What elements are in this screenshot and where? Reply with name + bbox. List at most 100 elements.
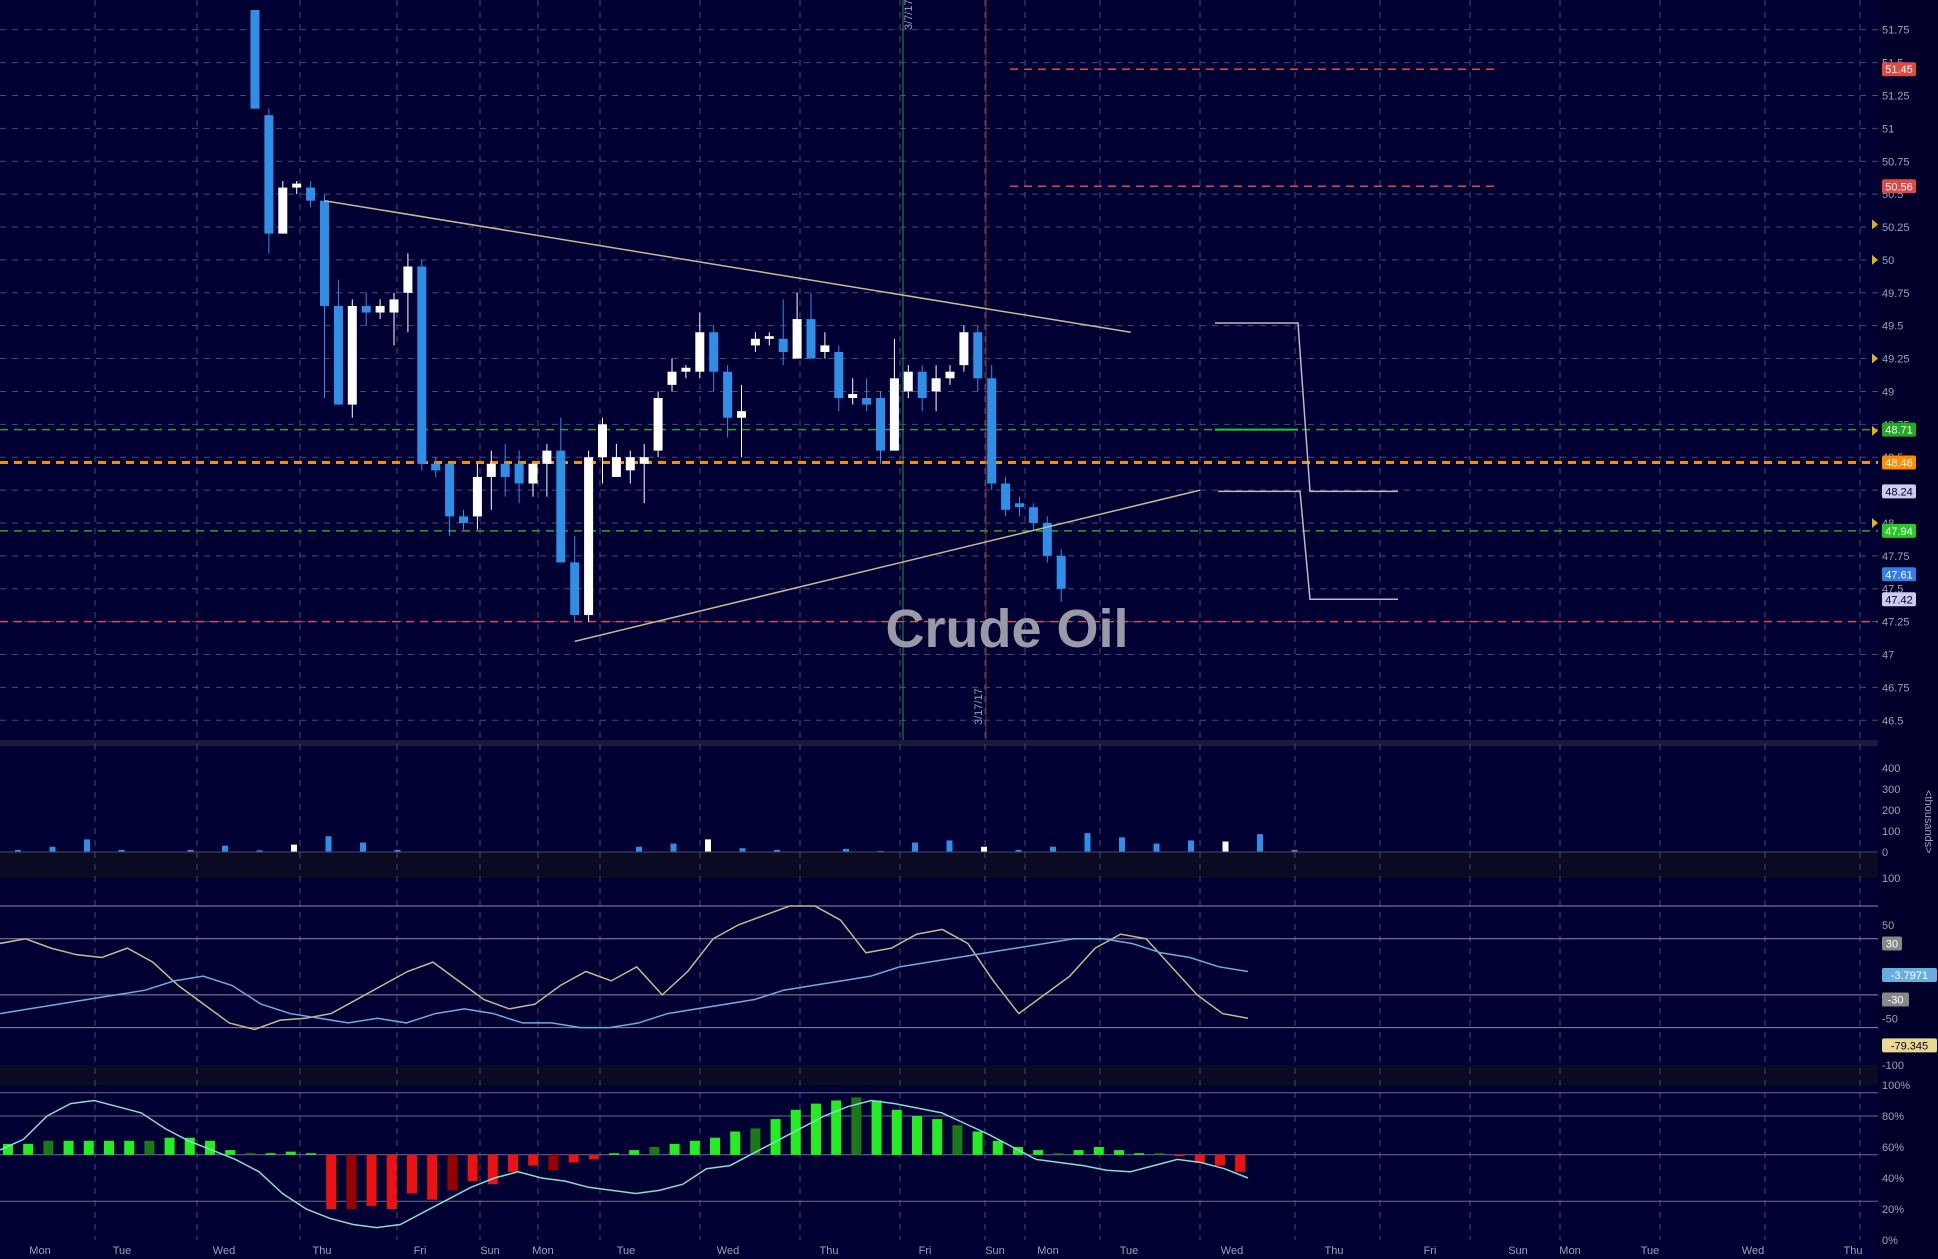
x-tick-label: Mon	[1559, 1245, 1580, 1257]
candle-body	[264, 115, 274, 234]
candle-body	[862, 398, 872, 405]
histogram-bar	[104, 1140, 114, 1155]
histogram-bar	[831, 1100, 842, 1155]
candle-body	[292, 183, 302, 188]
histogram-tick-label: 20%	[1882, 1204, 1904, 1216]
candle-body	[472, 476, 482, 517]
candle-body	[361, 305, 371, 313]
histogram-bar	[63, 1140, 74, 1155]
histogram-bar	[932, 1119, 943, 1155]
price-tick-label: 50.25	[1882, 222, 1910, 234]
histogram-bar	[568, 1154, 579, 1163]
candle-body	[347, 305, 357, 405]
histogram-bar	[1114, 1150, 1124, 1155]
candle-body	[639, 457, 649, 464]
x-tick-label: Sun	[1508, 1245, 1528, 1257]
candle-body	[333, 305, 343, 405]
histogram-bar	[144, 1140, 155, 1155]
price-tick-label: 51.75	[1882, 25, 1910, 37]
histogram-bar	[265, 1153, 276, 1155]
price-tick-label: 47	[1882, 650, 1894, 662]
volume-bar	[981, 846, 987, 852]
candle-body	[792, 319, 802, 359]
oscillator-badge-label: 30	[1886, 938, 1898, 950]
histogram-bar	[1215, 1154, 1225, 1166]
volume-tick-label: 300	[1882, 784, 1900, 796]
histogram-bar	[1134, 1153, 1145, 1155]
candle-body	[500, 463, 510, 477]
candle-body	[459, 516, 468, 523]
histogram-tick-label: 100%	[1882, 1080, 1910, 1092]
histogram-bar	[346, 1154, 357, 1209]
x-tick-label: Mon	[532, 1245, 553, 1257]
histogram-bar	[1174, 1154, 1185, 1157]
candle-body	[556, 450, 566, 563]
volume-bar	[49, 846, 56, 852]
price-tick-label: 51.25	[1882, 90, 1910, 102]
candle-body	[737, 411, 746, 418]
volume-bar	[84, 839, 90, 852]
histogram-bar	[366, 1154, 377, 1206]
x-tick-label: Thu	[1844, 1245, 1863, 1257]
x-tick-label: Wed	[213, 1245, 235, 1257]
oscillator-tick-label: -50	[1882, 1013, 1898, 1025]
price-tick-label: 51	[1882, 123, 1894, 135]
chart-stage: 51.7551.551.255150.7550.550.255049.7549.…	[0, 0, 1938, 1259]
price-tick-label: 46.5	[1882, 715, 1903, 727]
price-tick-label: 47.75	[1882, 551, 1910, 563]
histogram-bar	[548, 1154, 559, 1171]
histogram-bar	[588, 1154, 599, 1160]
x-tick-label: Wed	[717, 1245, 739, 1257]
histogram-tick-label: 40%	[1882, 1173, 1904, 1185]
price-tick-label: 49.25	[1882, 354, 1910, 366]
volume-bar	[222, 845, 228, 852]
histogram-bar	[689, 1140, 700, 1155]
histogram-bar	[669, 1143, 680, 1155]
candle-body	[889, 378, 899, 451]
candle-body	[1056, 555, 1066, 589]
volume-tick-label: 0	[1882, 847, 1888, 859]
x-tick-label: Fri	[919, 1245, 932, 1257]
candle-body	[681, 367, 691, 372]
histogram-bar	[1235, 1154, 1246, 1172]
price-tick-label: 50	[1882, 255, 1894, 267]
volume-bar	[291, 844, 297, 852]
candle-body	[848, 394, 858, 399]
histogram-bar	[649, 1147, 660, 1155]
candle-body	[1015, 503, 1024, 508]
price-badge-label: 47.94	[1885, 526, 1913, 538]
volume-tick-label: 200	[1882, 805, 1900, 817]
volume-bar	[912, 842, 918, 852]
oscillator-tick-label: 100	[1882, 873, 1900, 885]
oscillator-badge-label: -3.7971	[1891, 970, 1928, 982]
candle-body	[764, 336, 774, 339]
volume-axis-label: <thousands>	[1922, 790, 1934, 854]
candle-body	[695, 332, 705, 372]
histogram-bar	[407, 1154, 417, 1194]
volume-bar	[360, 842, 366, 852]
candle-body	[375, 305, 385, 313]
candle-body	[570, 562, 580, 616]
price-badge-label: 48.71	[1885, 425, 1913, 437]
oscillator-tick-label: -100	[1882, 1060, 1904, 1072]
date-label: 3/17/17	[973, 688, 985, 725]
histogram-bar	[992, 1140, 1003, 1155]
price-badge-label: 48.24	[1885, 486, 1913, 498]
candle-body	[431, 463, 441, 471]
candle-body	[750, 338, 760, 346]
x-tick-label: Sun	[480, 1245, 500, 1257]
histogram-bar	[528, 1154, 539, 1166]
candle-body	[973, 332, 983, 379]
price-tick-label: 46.75	[1882, 682, 1910, 694]
histogram-bar	[245, 1153, 256, 1155]
price-tick-label: 49	[1882, 386, 1894, 398]
candle-body	[542, 450, 552, 464]
histogram-bar	[1033, 1150, 1044, 1155]
volume-bar	[1084, 833, 1091, 852]
candle-body	[903, 371, 913, 392]
histogram-bar	[83, 1140, 94, 1155]
histogram-bar	[23, 1143, 34, 1155]
x-tick-label: Wed	[1742, 1245, 1764, 1257]
candle-body	[820, 345, 830, 352]
price-tick-label: 49.75	[1882, 288, 1910, 300]
